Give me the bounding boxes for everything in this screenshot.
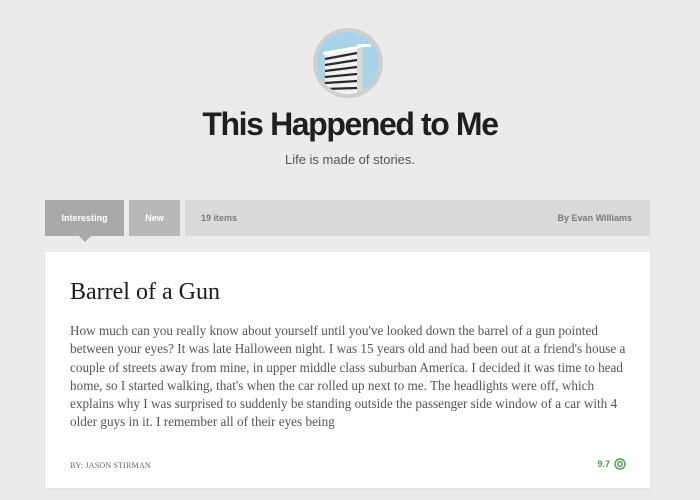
page: This Happened to Me Life is made of stor… [0, 0, 700, 500]
story-excerpt: How much can you really know about yours… [70, 323, 626, 430]
collection-byline[interactable]: By Evan Williams [558, 213, 632, 223]
story-card[interactable]: Barrel of a Gun How much can you really … [45, 252, 650, 488]
score-target-icon [614, 458, 626, 470]
story-score: 9.7 [597, 458, 626, 470]
tab-new[interactable]: New [129, 200, 180, 236]
story-author[interactable]: BY: JASON STIRMAN [70, 461, 151, 470]
info-bar: 19 items By Evan Williams [185, 200, 650, 236]
tab-interesting[interactable]: Interesting [45, 200, 124, 242]
item-count: 19 items [201, 213, 238, 223]
site-tagline: Life is made of stories. [284, 152, 416, 167]
tab-bar: Interesting New 19 items By Evan William… [45, 200, 650, 242]
score-value: 9.7 [597, 459, 610, 469]
story-title[interactable]: Barrel of a Gun [70, 279, 220, 306]
building-logo-icon [317, 32, 379, 94]
site-logo[interactable] [313, 28, 383, 98]
site-title[interactable]: This Happened to Me [0, 106, 700, 143]
